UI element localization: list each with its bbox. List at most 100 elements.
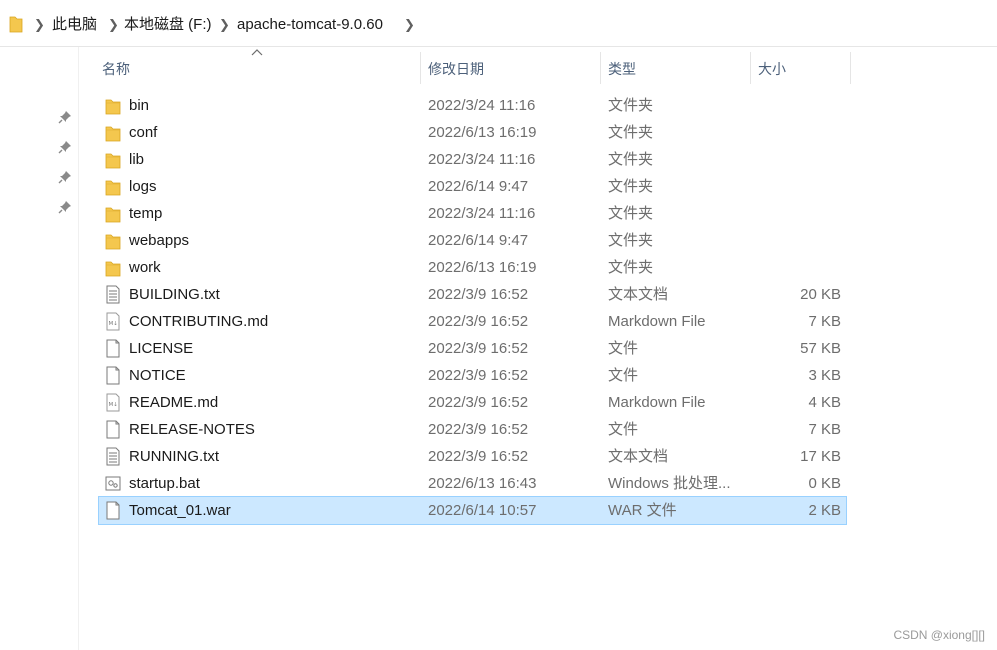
file-row[interactable]: RELEASE-NOTES 2022/3/9 16:52 文件 7 KB <box>99 416 846 443</box>
text-file-icon <box>106 285 120 304</box>
watermark-text: CSDN @xiong[][] <box>893 628 985 642</box>
file-date: 2022/3/9 16:52 <box>428 367 529 384</box>
address-bar[interactable]: ❯ 此电脑 ❯ 本地磁盘 (F:) ❯ apache-tomcat-9.0.60… <box>0 0 997 47</box>
file-size: 17 KB <box>800 448 841 465</box>
file-type: 文件夹 <box>608 151 654 168</box>
pin-icon[interactable] <box>58 140 72 154</box>
markdown-file-icon: M↓ <box>106 312 120 331</box>
pin-icon[interactable] <box>58 200 72 214</box>
file-name: RUNNING.txt <box>129 448 219 465</box>
file-date: 2022/6/14 9:47 <box>428 178 529 195</box>
file-type: 文件夹 <box>608 178 654 195</box>
file-row[interactable]: BUILDING.txt 2022/3/9 16:52 文本文档 20 KB <box>99 281 846 308</box>
column-divider[interactable] <box>850 52 851 84</box>
markdown-file-icon: M↓ <box>106 393 120 412</box>
column-header-name[interactable]: 名称 <box>102 55 130 83</box>
file-row[interactable]: bin 2022/3/24 11:16 文件夹 <box>99 92 846 119</box>
file-type: 文件 <box>608 421 639 438</box>
file-type: 文本文档 <box>608 448 669 465</box>
folder-icon <box>105 180 121 196</box>
chevron-right-icon[interactable]: ❯ <box>34 15 45 35</box>
chevron-right-icon[interactable]: ❯ <box>219 15 230 35</box>
file-date: 2022/3/9 16:52 <box>428 340 529 357</box>
file-type: 文件 <box>608 367 639 384</box>
batch-file-icon <box>105 476 121 491</box>
file-row[interactable]: work 2022/6/13 16:19 文件夹 <box>99 254 846 281</box>
file-row[interactable]: webapps 2022/6/14 9:47 文件夹 <box>99 227 846 254</box>
folder-icon <box>105 99 121 115</box>
file-explorer-window: ❯ 此电脑 ❯ 本地磁盘 (F:) ❯ apache-tomcat-9.0.60… <box>0 0 997 650</box>
file-size: 7 KB <box>808 313 841 330</box>
navigation-pane <box>0 47 79 650</box>
file-type: Markdown File <box>608 313 706 330</box>
file-name: Tomcat_01.war <box>129 502 231 519</box>
file-date: 2022/6/13 16:19 <box>428 259 537 276</box>
blank-file-icon <box>106 501 120 520</box>
column-header-date[interactable]: 修改日期 <box>428 55 484 83</box>
svg-text:M↓: M↓ <box>109 320 118 327</box>
pin-icon[interactable] <box>58 110 72 124</box>
file-name: logs <box>129 178 157 195</box>
column-divider[interactable] <box>420 52 421 84</box>
file-row[interactable]: M↓ README.md 2022/3/9 16:52 Markdown File 4 … <box>99 389 846 416</box>
file-date: 2022/6/13 16:19 <box>428 124 537 141</box>
column-header-type[interactable]: 类型 <box>608 55 636 83</box>
file-name: work <box>129 259 161 276</box>
folder-icon <box>105 153 121 169</box>
file-row[interactable]: conf 2022/6/13 16:19 文件夹 <box>99 119 846 146</box>
blank-file-icon <box>106 420 120 439</box>
file-name: CONTRIBUTING.md <box>129 313 269 330</box>
file-row[interactable]: logs 2022/6/14 9:47 文件夹 <box>99 173 846 200</box>
file-type: 文件夹 <box>608 124 654 141</box>
folder-icon <box>105 261 121 277</box>
text-file-icon <box>106 447 120 466</box>
column-header-size[interactable]: 大小 <box>758 55 786 83</box>
file-date: 2022/6/14 10:57 <box>428 502 537 519</box>
file-type: Markdown File <box>608 394 706 411</box>
file-name: NOTICE <box>129 367 186 384</box>
file-name: startup.bat <box>129 475 200 492</box>
file-size: 57 KB <box>800 340 841 357</box>
file-date: 2022/3/9 16:52 <box>428 448 529 465</box>
file-name: webapps <box>129 232 190 249</box>
file-row[interactable]: LICENSE 2022/3/9 16:52 文件 57 KB <box>99 335 846 362</box>
file-date: 2022/3/24 11:16 <box>428 205 536 222</box>
file-date: 2022/3/9 16:52 <box>428 421 529 438</box>
chevron-right-icon[interactable]: ❯ <box>404 15 415 35</box>
file-size: 2 KB <box>808 502 841 519</box>
file-type: Windows 批处理... <box>608 475 731 492</box>
file-date: 2022/3/9 16:52 <box>428 286 529 303</box>
file-type: 文件 <box>608 340 639 357</box>
file-type: WAR 文件 <box>608 502 677 519</box>
blank-file-icon <box>106 366 120 385</box>
folder-icon <box>105 234 121 250</box>
file-name: LICENSE <box>129 340 194 357</box>
column-divider[interactable] <box>600 52 601 84</box>
chevron-right-icon[interactable]: ❯ <box>108 15 119 35</box>
breadcrumb-this-pc[interactable]: 此电脑 <box>52 15 97 35</box>
file-row[interactable]: M↓ CONTRIBUTING.md 2022/3/9 16:52 Markdown … <box>99 308 846 335</box>
folder-icon <box>9 16 23 33</box>
file-date: 2022/3/24 11:16 <box>428 97 536 114</box>
file-date: 2022/6/14 9:47 <box>428 232 529 249</box>
breadcrumb-current-folder[interactable]: apache-tomcat-9.0.60 <box>237 15 383 35</box>
file-row[interactable]: Tomcat_01.war 2022/6/14 10:57 WAR 文件 2 KB <box>98 496 847 525</box>
file-row[interactable]: temp 2022/3/24 11:16 文件夹 <box>99 200 846 227</box>
file-row[interactable]: lib 2022/3/24 11:16 文件夹 <box>99 146 846 173</box>
file-date: 2022/3/24 11:16 <box>428 151 536 168</box>
file-name: temp <box>129 205 163 222</box>
file-type: 文本文档 <box>608 286 669 303</box>
file-name: README.md <box>129 394 219 411</box>
folder-icon <box>105 207 121 223</box>
blank-file-icon <box>106 339 120 358</box>
breadcrumb-local-disk[interactable]: 本地磁盘 (F:) <box>124 15 212 35</box>
column-divider[interactable] <box>750 52 751 84</box>
file-row[interactable]: NOTICE 2022/3/9 16:52 文件 3 KB <box>99 362 846 389</box>
folder-icon <box>105 126 121 142</box>
pin-icon[interactable] <box>58 170 72 184</box>
file-size: 4 KB <box>808 394 841 411</box>
file-size: 7 KB <box>808 421 841 438</box>
file-size: 20 KB <box>800 286 841 303</box>
file-row[interactable]: startup.bat 2022/6/13 16:43 Windows 批处理...… <box>99 470 846 497</box>
file-row[interactable]: RUNNING.txt 2022/3/9 16:52 文本文档 17 KB <box>99 443 846 470</box>
